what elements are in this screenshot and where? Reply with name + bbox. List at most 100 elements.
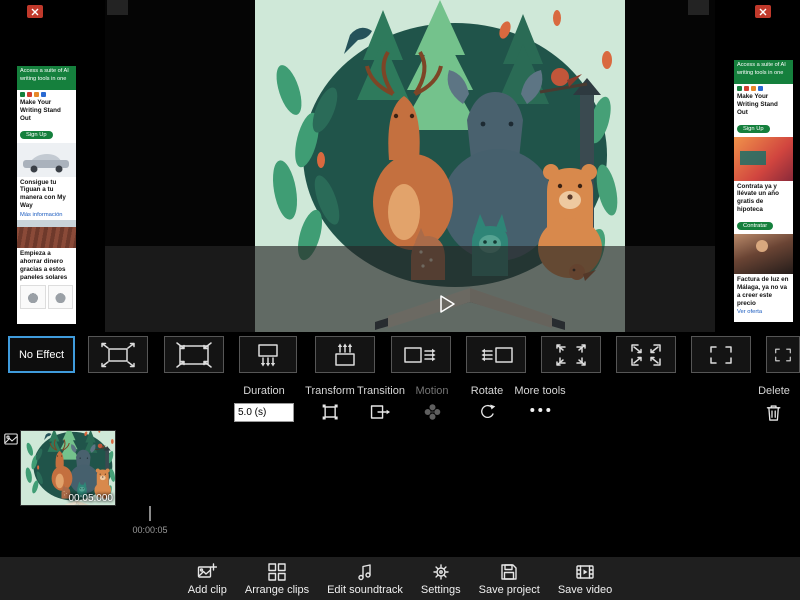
trash-icon bbox=[767, 405, 781, 421]
ad-title: Contrata ya y llévate un año gratis de h… bbox=[737, 182, 779, 214]
clip-duration-label: 00:05.000 bbox=[68, 493, 114, 504]
ad-app-icons bbox=[737, 86, 790, 91]
ad-frame-edge bbox=[107, 0, 128, 15]
motion-button[interactable]: Motion bbox=[415, 385, 449, 421]
preview-shade-overlay bbox=[105, 246, 715, 332]
ad-image-roof[interactable] bbox=[17, 220, 76, 249]
frame-icon bbox=[710, 345, 732, 364]
delete-button[interactable]: Delete bbox=[758, 385, 790, 422]
transition-label: Transition bbox=[357, 385, 405, 397]
effect-tile-shrink-corners[interactable] bbox=[616, 336, 676, 373]
timeline[interactable]: 00:05.000 00:00:05 bbox=[0, 428, 800, 543]
effect-tile-pan-up[interactable] bbox=[315, 336, 375, 373]
music-note-icon bbox=[358, 563, 371, 580]
transform-icon bbox=[322, 404, 338, 420]
ad-frame-edge bbox=[688, 0, 709, 15]
arrange-clips-button[interactable]: Arrange clips bbox=[245, 562, 309, 596]
pan-up-icon bbox=[335, 343, 355, 366]
transition-button[interactable]: Transition bbox=[357, 385, 405, 421]
add-clip-icon bbox=[198, 562, 218, 578]
frame-partial-icon bbox=[775, 348, 791, 361]
add-clip-button[interactable]: Add clip bbox=[188, 562, 227, 596]
rotate-icon bbox=[480, 404, 495, 418]
pan-left-icon bbox=[481, 346, 513, 363]
ad-title: Make Your Writing Stand Out bbox=[20, 99, 61, 122]
effect-tile-zoom-out[interactable] bbox=[164, 336, 224, 373]
duration-input[interactable] bbox=[234, 403, 294, 422]
rotate-button[interactable]: Rotate bbox=[471, 385, 503, 422]
no-effect-label: No Effect bbox=[18, 348, 65, 361]
save-video-label: Save video bbox=[557, 583, 613, 596]
gear-icon bbox=[433, 563, 449, 580]
ad-signup-button[interactable]: Sign Up bbox=[737, 124, 770, 133]
motion-label: Motion bbox=[415, 385, 449, 397]
ad-header-banner[interactable]: Access a suite of AI writing tools in on… bbox=[734, 60, 793, 84]
timeline-clip[interactable]: 00:05.000 bbox=[20, 430, 116, 506]
bottom-toolbar: Add clip Arrange clips Edit soundtrack S… bbox=[0, 557, 800, 600]
save-project-label: Save project bbox=[478, 583, 540, 596]
ad-column-right[interactable]: Access a suite of AI writing tools in on… bbox=[734, 60, 793, 322]
ad-header-banner[interactable]: Access a suite of AI writing tools in on… bbox=[17, 66, 76, 90]
delete-label: Delete bbox=[758, 385, 790, 397]
ad-close-icon[interactable] bbox=[755, 5, 771, 18]
ad-title: Make Your Writing Stand Out bbox=[737, 93, 778, 116]
shrink-corners-icon bbox=[631, 343, 661, 366]
film-frame-icon bbox=[576, 564, 594, 579]
ad-image-promo[interactable] bbox=[734, 136, 793, 181]
arrange-clips-icon bbox=[268, 562, 286, 581]
duration-label: Duration bbox=[243, 385, 285, 397]
rotate-label: Rotate bbox=[470, 385, 504, 397]
pan-right-icon bbox=[404, 346, 436, 363]
ad-signup-button[interactable]: Sign Up bbox=[20, 130, 53, 139]
ad-title: Empieza a ahorrar dinero gracias a estos… bbox=[20, 250, 68, 281]
effect-tile-pan-right[interactable] bbox=[391, 336, 451, 373]
floppy-disk-icon bbox=[501, 563, 517, 580]
zoom-out-icon bbox=[176, 341, 212, 368]
effect-tile-frame-partial[interactable] bbox=[766, 336, 800, 373]
effect-tile-frame[interactable] bbox=[691, 336, 751, 373]
ad-app-icons bbox=[20, 92, 73, 97]
ellipsis-icon bbox=[529, 408, 550, 412]
settings-label: Settings bbox=[420, 583, 461, 596]
image-track-icon bbox=[4, 432, 18, 450]
play-button[interactable] bbox=[438, 294, 456, 314]
more-tools-label: More tools bbox=[514, 385, 566, 397]
zoom-in-icon bbox=[101, 342, 135, 367]
grow-corners-icon bbox=[556, 343, 586, 366]
transform-label: Transform bbox=[305, 385, 355, 397]
effects-strip: No Effect bbox=[0, 333, 800, 377]
more-tools-button[interactable]: More tools bbox=[514, 385, 566, 412]
pan-down-icon bbox=[258, 343, 278, 366]
ad-product-thumb[interactable] bbox=[47, 285, 73, 310]
ruler-time-label: 00:00:05 bbox=[132, 525, 168, 535]
ad-column-left[interactable]: Access a suite of AI writing tools in on… bbox=[17, 66, 76, 324]
add-clip-label: Add clip bbox=[187, 583, 227, 596]
ad-image-car[interactable] bbox=[17, 142, 76, 177]
ad-image-person[interactable] bbox=[734, 234, 793, 275]
ad-link[interactable]: Ver oferta bbox=[737, 309, 790, 315]
edit-soundtrack-label: Edit soundtrack bbox=[327, 583, 403, 596]
effect-tile-pan-down[interactable] bbox=[239, 336, 297, 373]
ad-product-thumb[interactable] bbox=[20, 285, 46, 310]
transition-icon bbox=[371, 405, 391, 419]
ad-cta-button[interactable]: Contratar bbox=[737, 222, 774, 231]
ad-close-icon[interactable] bbox=[27, 5, 43, 18]
ad-title: Factura de luz en Málaga, ya no va a cre… bbox=[737, 276, 789, 307]
save-project-button[interactable]: Save project bbox=[479, 562, 540, 596]
ad-title: Consigue tu Tiguan a tu manera con My Wa… bbox=[20, 178, 66, 210]
effect-tile-no-effect[interactable]: No Effect bbox=[8, 336, 75, 373]
ruler-tick bbox=[149, 506, 151, 521]
arrange-clips-label: Arrange clips bbox=[244, 583, 310, 596]
effect-tile-pan-left[interactable] bbox=[466, 336, 526, 373]
save-video-button[interactable]: Save video bbox=[558, 562, 612, 596]
video-editor-window: Access a suite of AI writing tools in on… bbox=[0, 0, 800, 600]
effect-tile-zoom-in[interactable] bbox=[88, 336, 148, 373]
transform-button[interactable]: Transform bbox=[305, 385, 355, 421]
duration-control: Duration bbox=[234, 385, 294, 422]
effect-tile-grow-corners[interactable] bbox=[541, 336, 601, 373]
settings-button[interactable]: Settings bbox=[421, 562, 461, 596]
ad-link[interactable]: Más información bbox=[20, 212, 73, 218]
ad-product-images bbox=[17, 283, 76, 312]
edit-soundtrack-button[interactable]: Edit soundtrack bbox=[327, 562, 403, 596]
motion-icon bbox=[424, 404, 440, 420]
